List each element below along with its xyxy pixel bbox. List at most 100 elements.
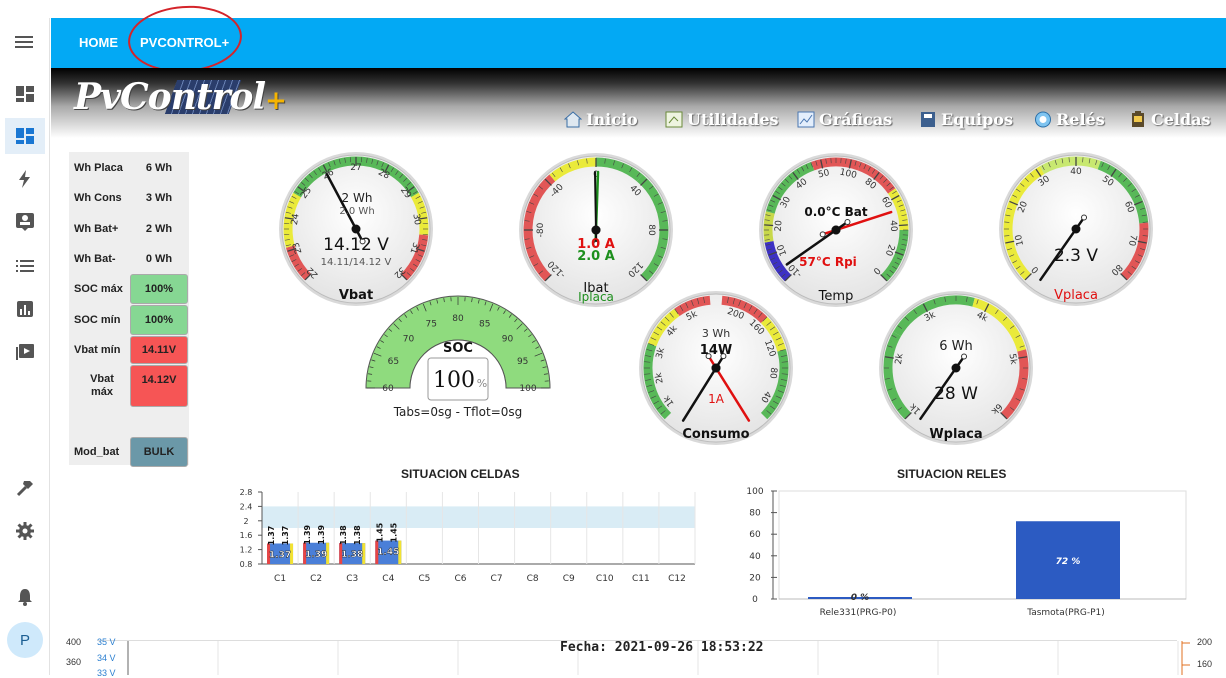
gauge-tick — [1007, 248, 1012, 249]
soc-tick — [423, 304, 426, 311]
gauge-tick — [767, 249, 772, 250]
gauge-band — [769, 242, 788, 278]
gauge-tick — [773, 262, 777, 264]
history-right-axis-2: 160 — [1197, 659, 1212, 669]
gauge-tick-label: 40 — [794, 177, 809, 192]
gauge-tick — [1020, 346, 1025, 348]
soc-tick — [543, 367, 547, 368]
celda-bar-min-edge — [375, 541, 378, 564]
rele-bar — [1016, 521, 1120, 599]
gauge-tick — [382, 162, 384, 167]
gauge-tick — [1022, 378, 1027, 379]
gauge-tick — [675, 309, 678, 314]
gauge-band — [764, 320, 782, 350]
gauge-tick — [657, 406, 662, 409]
gauge-tick-label: 40 — [887, 220, 898, 232]
soc-tick-label: 95 — [517, 357, 528, 367]
dashboard-icon[interactable] — [5, 76, 45, 112]
gauge-tick — [766, 215, 771, 216]
soc-tick — [437, 300, 438, 304]
gauge-tick-label: 31 — [407, 241, 420, 255]
gauge-tick — [545, 179, 551, 185]
nav-graficas[interactable]: Gráficas — [797, 110, 892, 129]
vbat-top-text: 2 Wh — [342, 191, 373, 205]
needle-hub — [712, 364, 721, 373]
soc-tick — [430, 301, 431, 305]
consumo-value: 14W — [700, 343, 732, 358]
celda-max-label: 1.45 — [389, 522, 398, 542]
gauge-tick — [771, 200, 776, 202]
history-left-axis2-3: 33 V — [97, 668, 116, 678]
wplaca-value: 28 W — [934, 384, 978, 404]
vplaca-title: Vplaca — [1054, 288, 1098, 303]
celdas-xtick-label: C8 — [527, 574, 539, 584]
gauge-tick — [654, 332, 659, 335]
gauge-tick — [289, 201, 294, 203]
gauge-tick — [661, 410, 666, 414]
gauge-face — [282, 155, 430, 303]
soc-value: 100 — [433, 368, 475, 393]
soc-tick — [394, 324, 400, 330]
consumo-tick-label: 2k — [654, 371, 666, 384]
person-card-icon[interactable] — [5, 204, 45, 240]
fecha-timestamp: Fecha: 2021-09-26 18:53:22 — [560, 640, 764, 655]
gauge-tick-label: 80 — [1109, 262, 1124, 277]
settings-gear-icon[interactable] — [5, 513, 45, 549]
soc-gauge: 6065707580859095100SOC100%Tabs=0sg - Tfl… — [366, 296, 550, 419]
home-icon — [564, 111, 582, 128]
gauge-tick — [1007, 208, 1012, 209]
gauge-tick — [733, 298, 735, 304]
celda-min-label: 1.38 — [339, 525, 348, 545]
user-avatar[interactable]: P — [7, 622, 43, 658]
gauge-tick — [1025, 178, 1029, 182]
celda-bar-max-edge — [398, 541, 401, 564]
gauge-tick — [887, 274, 891, 277]
ibat-title: Ibat — [583, 281, 608, 296]
gauge-tick — [934, 300, 936, 305]
gauge-tick — [288, 207, 293, 209]
gauge-tick — [764, 225, 773, 226]
bar-chart-icon[interactable] — [5, 291, 45, 327]
history-right-axis-1: 200 — [1197, 637, 1212, 647]
gauge-band — [974, 302, 1022, 350]
vbat-top2-text: 2.0 Wh — [339, 206, 374, 217]
gauge-tick — [1134, 201, 1142, 204]
gauge-tick — [782, 374, 788, 375]
gauge-tick — [793, 172, 798, 179]
relay-icon — [1034, 111, 1052, 128]
dashboard-active-icon[interactable] — [5, 118, 45, 154]
list-icon[interactable] — [5, 248, 45, 284]
celda-bar-max-edge — [362, 543, 365, 564]
reles-title: SITUACION RELES — [897, 467, 1006, 481]
gauge-tick — [892, 398, 896, 400]
menu-icon[interactable] — [5, 24, 45, 60]
energy-icon[interactable] — [5, 161, 45, 197]
nav-inicio[interactable]: Inicio — [564, 110, 638, 129]
media-icon[interactable] — [5, 334, 45, 370]
gauge-bezel — [999, 152, 1153, 306]
notifications-bell-icon[interactable] — [5, 579, 45, 615]
soc-tick — [371, 360, 375, 361]
nav-equipos[interactable]: Equipos — [919, 110, 1013, 129]
gauge-tick — [816, 161, 817, 166]
gauge-band — [764, 350, 784, 416]
needle-tail — [593, 241, 598, 246]
celdas-ytick-label: 2.8 — [240, 488, 253, 497]
celdas-ytick-label: 1.6 — [240, 531, 253, 540]
soc-tick-label: 70 — [403, 335, 415, 345]
gauge-face — [522, 156, 670, 304]
tab-home[interactable]: HOME — [79, 18, 118, 68]
gauge-tick — [328, 162, 330, 167]
gauge-tick — [895, 262, 899, 264]
energy-stats-panel: Wh Placa 6 Wh Wh Cons 3 Wh Wh Bat+ 2 Wh … — [69, 152, 189, 465]
gauge-tick-label: 80 — [646, 224, 656, 236]
consumo-gauge: 1k2k3k4k5k20016012080403 Wh14W1AConsumo — [639, 291, 793, 445]
nav-reles[interactable]: Relés — [1034, 110, 1105, 129]
soc-tick-label: 85 — [479, 319, 490, 329]
gauge-tick — [529, 256, 534, 258]
nav-utilidades[interactable]: Utilidades — [665, 110, 779, 129]
nav-celdas[interactable]: Celdas — [1129, 110, 1211, 129]
hammer-icon[interactable] — [5, 470, 45, 506]
gauge-tick-label: 60 — [879, 195, 893, 210]
gauge-tick-label: 20 — [883, 243, 896, 257]
